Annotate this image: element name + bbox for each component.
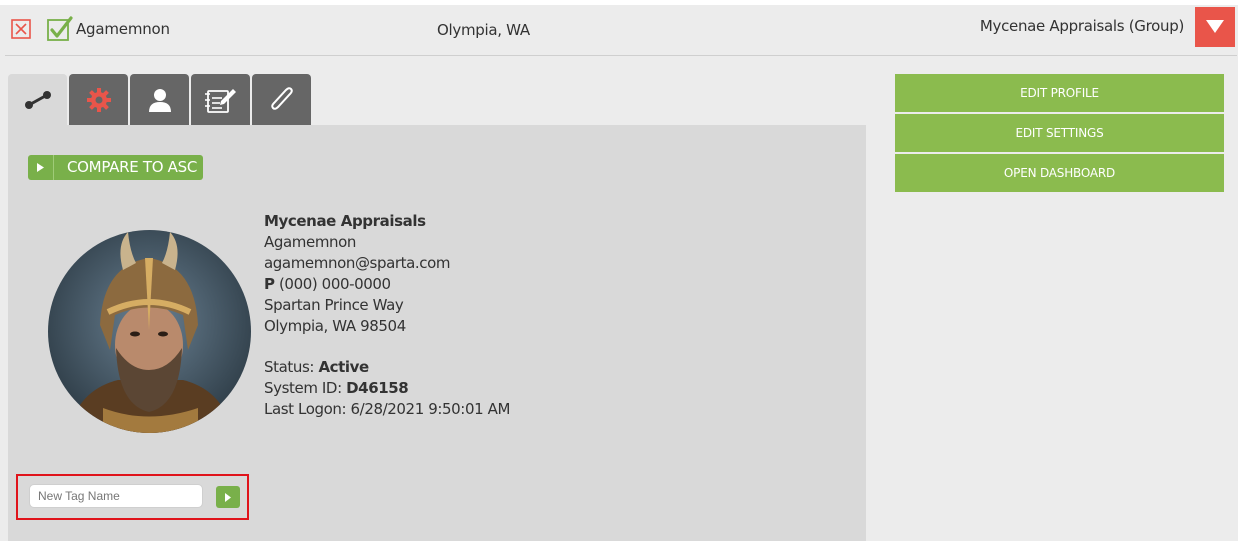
company-name: Mycenae Appraisals xyxy=(264,212,426,230)
add-tag-button[interactable] xyxy=(216,486,240,508)
header-user-name: Agamemnon xyxy=(76,20,170,38)
paperclip-icon xyxy=(270,86,293,110)
caret-down-icon xyxy=(1206,20,1224,33)
contact-phone: (000) 000-0000 xyxy=(278,275,391,293)
status-label: Status: xyxy=(264,358,315,376)
gear-icon xyxy=(86,87,111,112)
header-location: Olympia, WA xyxy=(437,21,530,39)
last-logon-label: Last Logon: xyxy=(264,400,347,418)
tab-attachments[interactable] xyxy=(252,74,311,125)
new-tag-form xyxy=(16,474,249,520)
tab-notes[interactable] xyxy=(191,74,250,125)
edit-settings-button[interactable]: EDIT SETTINGS xyxy=(895,114,1224,152)
close-icon[interactable] xyxy=(11,19,31,39)
right-edge xyxy=(1238,0,1245,541)
connection-icon xyxy=(24,90,51,109)
open-dashboard-button[interactable]: OPEN DASHBOARD xyxy=(895,154,1224,192)
compare-to-asc-button[interactable]: COMPARE TO ASC xyxy=(28,155,203,180)
header-group-name: Mycenae Appraisals (Group) xyxy=(979,17,1184,35)
address-city: Olympia, WA 98504 xyxy=(264,317,406,335)
group-dropdown-button[interactable] xyxy=(1195,7,1235,47)
person-icon xyxy=(148,88,171,112)
status-value: Active xyxy=(318,358,369,376)
system-id-label: System ID: xyxy=(264,379,342,397)
header-divider xyxy=(5,55,1237,56)
avatar xyxy=(48,230,251,433)
address-street: Spartan Prince Way xyxy=(264,296,404,314)
system-id-value: D46158 xyxy=(346,379,409,397)
new-tag-input[interactable] xyxy=(29,484,203,508)
top-strip xyxy=(0,0,1245,5)
tab-connection[interactable] xyxy=(8,74,67,125)
edit-profile-button[interactable]: EDIT PROFILE xyxy=(895,74,1224,112)
tab-profile[interactable] xyxy=(130,74,189,125)
notes-icon xyxy=(204,88,236,113)
profile-info: Mycenae Appraisals Agamemnon agamemnon@s… xyxy=(264,211,510,420)
tab-settings[interactable] xyxy=(69,74,128,125)
compare-to-asc-label: COMPARE TO ASC xyxy=(67,158,198,176)
play-arrow-icon xyxy=(28,155,54,180)
profile-page: Agamemnon Olympia, WA Mycenae Appraisals… xyxy=(0,0,1245,541)
contact-name: Agamemnon xyxy=(264,233,357,251)
contact-email: agamemnon@sparta.com xyxy=(264,254,451,272)
checkmark-icon[interactable] xyxy=(47,16,73,42)
last-logon-value: 6/28/2021 9:50:01 AM xyxy=(350,400,511,418)
play-arrow-icon xyxy=(225,493,231,502)
phone-label: P xyxy=(264,275,275,293)
